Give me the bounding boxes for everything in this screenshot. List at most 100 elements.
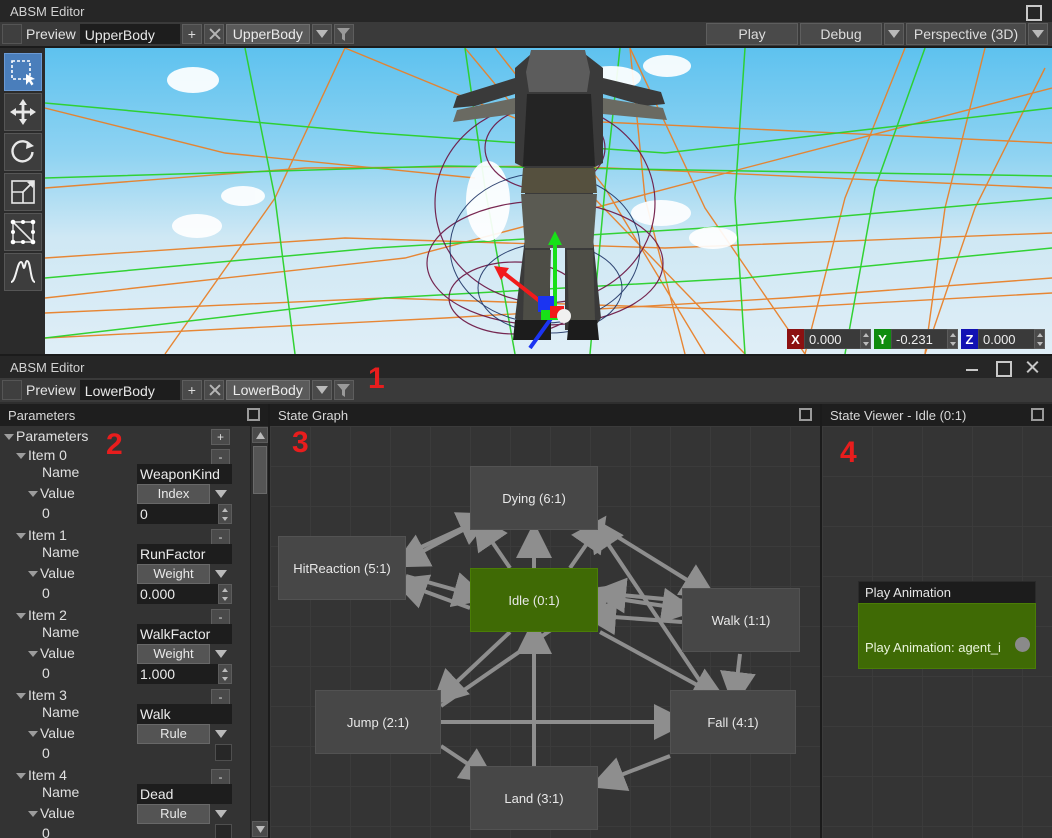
- parameter-3-value-group-label: Value: [40, 725, 75, 741]
- parameters-panel-maximize-icon[interactable]: [247, 408, 260, 421]
- bottom-toolbar: Preview LowerBody + LowerBody: [0, 378, 1052, 402]
- parameters-tree[interactable]: Parameters + Item 0 - Name WeaponKind Value Ind…: [0, 426, 250, 838]
- parameter-2-type-select[interactable]: Weight: [137, 644, 232, 664]
- bottom-toolbar-blank-slot: [2, 380, 22, 400]
- scale-tool[interactable]: [3, 173, 42, 211]
- view-mode-button[interactable]: Perspective (3D): [906, 23, 1026, 45]
- parameter-0-index-label: 0: [42, 505, 50, 521]
- state-node[interactable]: Land (3:1): [470, 766, 598, 830]
- parameter-1-value-input[interactable]: 0.000: [137, 584, 232, 604]
- state-node[interactable]: Jump (2:1): [315, 690, 441, 754]
- parameter-4-value-group-label: Value: [40, 805, 75, 821]
- play-animation-node-body: Play Animation: agent_i: [858, 603, 1036, 669]
- parameter-0-value-group[interactable]: Value: [28, 485, 75, 505]
- parameter-1-name-input[interactable]: RunFactor: [137, 544, 232, 564]
- coord-input-y[interactable]: -0.231: [891, 329, 947, 349]
- scroll-up-icon[interactable]: [252, 427, 268, 443]
- play-button[interactable]: Play: [706, 23, 798, 45]
- state-node[interactable]: Idle (0:1): [470, 568, 598, 632]
- parameter-3-index-label: 0: [42, 745, 50, 761]
- bottom-remove-preview-icon[interactable]: [203, 380, 224, 400]
- curve-tool[interactable]: [3, 253, 42, 291]
- add-parameter-button[interactable]: +: [211, 429, 230, 445]
- state-node[interactable]: Fall (4:1): [670, 690, 796, 754]
- parameter-4-value-checkbox[interactable]: [215, 824, 232, 838]
- parameter-3-type-select[interactable]: Rule: [137, 724, 232, 744]
- coord-input-z[interactable]: 0.000: [978, 329, 1034, 349]
- parameter-2-value-input[interactable]: 1.000: [137, 664, 232, 684]
- parameter-3-value-group[interactable]: Value: [28, 725, 75, 745]
- parameters-scroll-thumb[interactable]: [253, 446, 267, 494]
- bottom-add-preview-button[interactable]: +: [181, 380, 202, 400]
- parameter-4-type-select[interactable]: Rule: [137, 804, 232, 824]
- parameter-2-index-label: 0: [42, 665, 50, 681]
- state-node-label: Jump (2:1): [346, 714, 410, 730]
- play-animation-node[interactable]: Play Animation Play Animation: agent_i: [858, 581, 1036, 669]
- circle-port-icon[interactable]: [1015, 637, 1030, 652]
- layer-select[interactable]: UpperBody: [225, 24, 310, 44]
- coord-spinner-y[interactable]: [947, 329, 958, 349]
- top-window-titlebar: ABSM Editor: [0, 0, 1052, 22]
- parameters-panel: Parameters Parameters + Item 0 - Name WeaponK…: [0, 404, 270, 838]
- coord-spinner-z[interactable]: [1034, 329, 1045, 349]
- parameter-4-name-input[interactable]: Dead: [137, 784, 232, 804]
- state-viewer-canvas[interactable]: Play Animation Play Animation: agent_i: [822, 426, 1052, 838]
- parameter-1-type-select[interactable]: Weight: [137, 564, 232, 584]
- debug-chevron-down-icon[interactable]: [884, 23, 904, 45]
- close-icon[interactable]: [1024, 359, 1040, 375]
- parameter-2-value-group-label: Value: [40, 645, 75, 661]
- select-tool[interactable]: [3, 53, 42, 91]
- bottom-filter-funnel-icon[interactable]: [333, 380, 354, 400]
- remove-parameter-1-button[interactable]: -: [211, 529, 230, 545]
- parameters-root[interactable]: Parameters: [4, 428, 88, 448]
- parameters-scrollbar[interactable]: [250, 426, 268, 838]
- parameter-2-value-group[interactable]: Value: [28, 645, 75, 665]
- move-tool[interactable]: [3, 93, 42, 131]
- coord-spinner-x[interactable]: [860, 329, 871, 349]
- add-preview-button[interactable]: +: [181, 24, 202, 44]
- bottom-preview-name-input[interactable]: LowerBody: [79, 380, 180, 400]
- bounds-tool[interactable]: [3, 213, 42, 251]
- remove-preview-icon[interactable]: [203, 24, 224, 44]
- debug-button[interactable]: Debug: [800, 23, 882, 45]
- state-node-label: Idle (0:1): [508, 592, 560, 608]
- bottom-layer-select[interactable]: LowerBody: [225, 380, 310, 400]
- remove-parameter-4-button[interactable]: -: [211, 769, 230, 785]
- filter-funnel-icon[interactable]: [333, 24, 354, 44]
- state-node-label: HitReaction (5:1): [293, 560, 391, 576]
- remove-parameter-3-button[interactable]: -: [211, 689, 230, 705]
- parameter-0-name-input[interactable]: WeaponKind: [137, 464, 232, 484]
- remove-parameter-0-button[interactable]: -: [211, 449, 230, 465]
- top-editor-window: ABSM Editor Preview UpperBody + UpperBod…: [0, 0, 1052, 354]
- state-node[interactable]: Walk (1:1): [682, 588, 800, 652]
- parameter-0-type-select[interactable]: Index: [137, 484, 232, 504]
- parameter-item-4-label: Item 4: [28, 767, 67, 783]
- annotation-marker-4: 4: [840, 436, 857, 469]
- minimize-icon[interactable]: [964, 359, 980, 375]
- remove-parameter-2-button[interactable]: -: [211, 609, 230, 625]
- parameter-4-index-label: 0: [42, 825, 50, 838]
- parameter-0-value-input[interactable]: 0: [137, 504, 232, 524]
- 3d-viewport[interactable]: X 0.000 Y -0.231 Z 0.000: [45, 48, 1052, 354]
- state-node[interactable]: HitReaction (5:1): [278, 536, 406, 600]
- rotate-tool[interactable]: [3, 133, 42, 171]
- top-window-maximize-icon[interactable]: [1024, 3, 1042, 21]
- preview-name-input[interactable]: UpperBody: [79, 24, 180, 44]
- parameter-2-name-input[interactable]: WalkFactor: [137, 624, 232, 644]
- parameter-1-value-group[interactable]: Value: [28, 565, 75, 585]
- layer-select-chevron-down-icon[interactable]: [311, 24, 332, 44]
- parameter-3-value-checkbox[interactable]: [215, 744, 232, 761]
- state-node[interactable]: Dying (6:1): [470, 466, 598, 530]
- state-viewer-header: State Viewer - Idle (0:1): [822, 404, 1052, 426]
- coord-input-x[interactable]: 0.000: [804, 329, 860, 349]
- state-graph-canvas[interactable]: Dying (6:1) HitReaction (5:1) Idle (0:1) Wa…: [270, 426, 820, 838]
- state-viewer-maximize-icon[interactable]: [1031, 408, 1044, 421]
- state-graph-maximize-icon[interactable]: [799, 408, 812, 421]
- parameter-4-value-group[interactable]: Value: [28, 805, 75, 825]
- bottom-layer-chevron-down-icon[interactable]: [311, 380, 332, 400]
- view-mode-chevron-down-icon[interactable]: [1028, 23, 1048, 45]
- maximize-icon[interactable]: [994, 359, 1012, 377]
- parameter-3-name-input[interactable]: Walk: [137, 704, 232, 724]
- scroll-down-icon[interactable]: [252, 821, 268, 837]
- parameter-3-name-label: Name: [42, 704, 80, 720]
